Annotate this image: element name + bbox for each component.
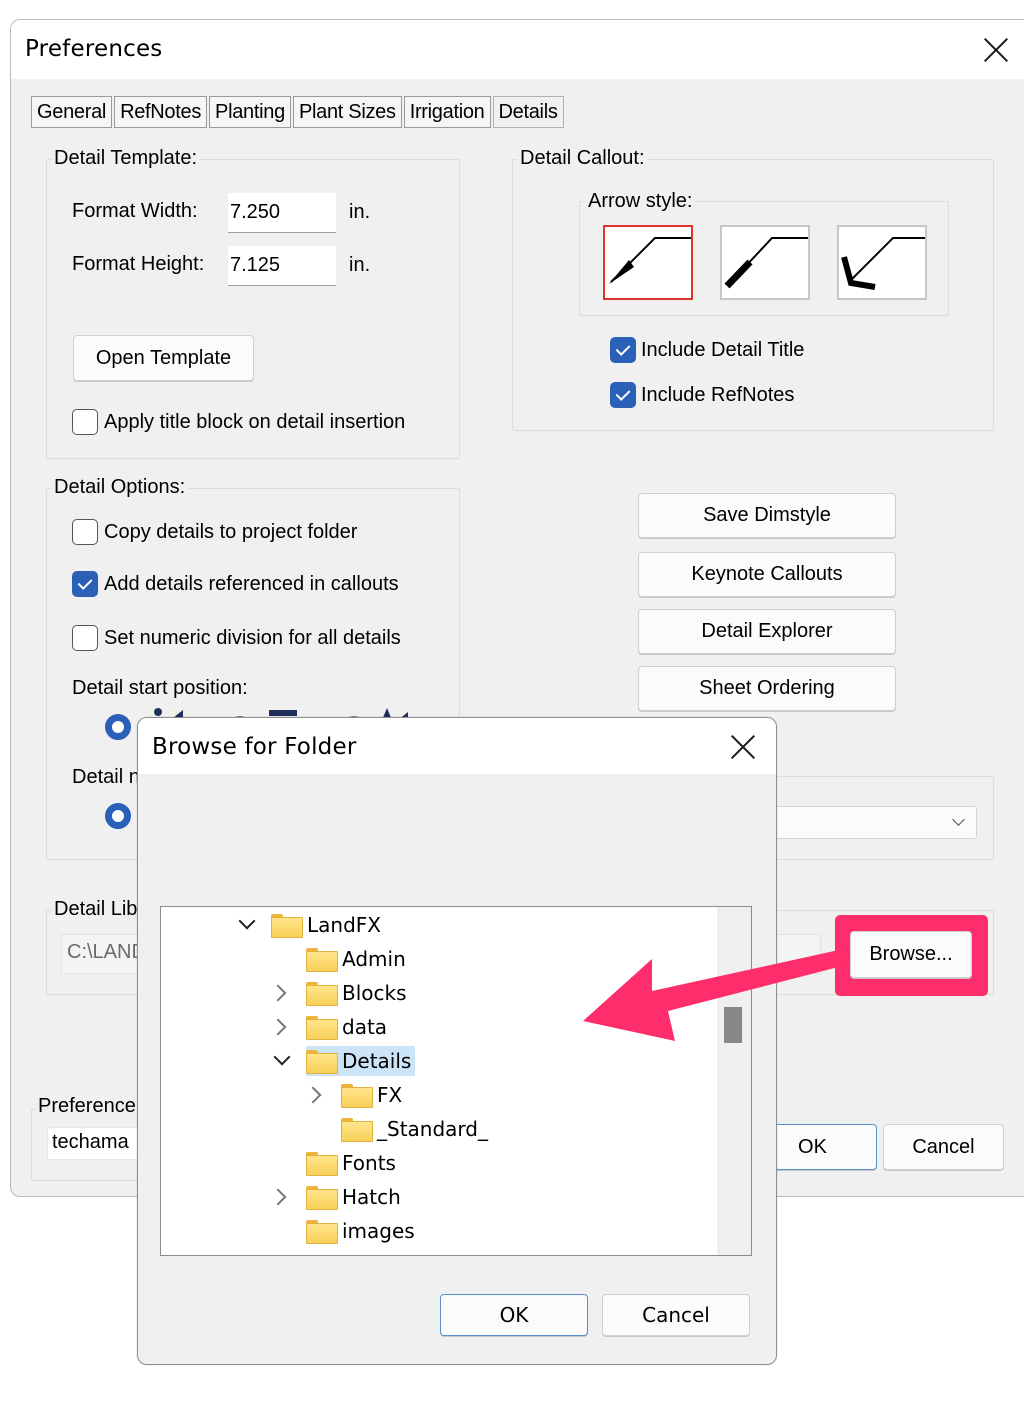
annotation-arrow-shape [583, 948, 850, 1041]
annotation-arrow [583, 948, 850, 1041]
